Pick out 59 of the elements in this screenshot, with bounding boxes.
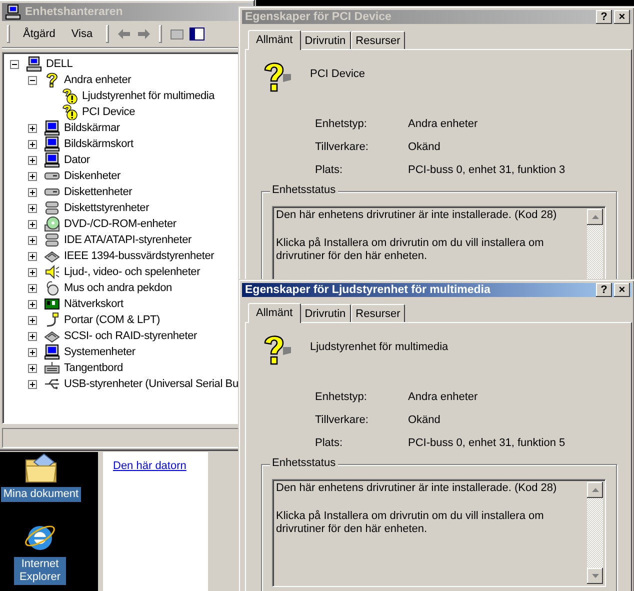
field-value: Andra enheter	[408, 118, 479, 132]
tree-item[interactable]: IDE ATA/ATAPI-styrenheter	[63, 234, 192, 246]
tree-item[interactable]: Bildskärmar	[63, 122, 121, 134]
field-label: Enhetstyp:	[315, 391, 368, 405]
tree-item[interactable]: USB-styrenheter (Universal Serial Bu	[63, 378, 240, 390]
field-value: Okänd	[408, 414, 442, 428]
tab[interactable]: Allmänt	[248, 303, 301, 323]
status-message: Klicka på Installera om drivrutin om du vill installera om drivrutiner för den här enheten.	[276, 237, 545, 263]
field-value: PCI-buss 0, enhet 31, funktion 3	[408, 164, 566, 178]
tab[interactable]: Drivrutin	[300, 31, 351, 49]
field-value: PCI-buss 0, enhet 31, funktion 5	[408, 437, 566, 451]
tree-item[interactable]: Ljud-, video- och spelenheter	[63, 266, 202, 278]
help-button[interactable]: ?	[596, 283, 612, 297]
field-label: Plats:	[315, 437, 344, 451]
tree-item[interactable]: Ljudstyrenhet för multimedia	[81, 90, 216, 102]
window-title: Egenskaper för PCI Device	[245, 11, 392, 23]
tree-item[interactable]: Systemenheter	[63, 346, 136, 358]
desktop-icon-label[interactable]: Internet Explorer	[14, 557, 66, 585]
tree-item[interactable]: PCI Device	[81, 106, 136, 118]
group-label: Enhetsstatus	[270, 457, 338, 469]
tree-item[interactable]: Bildskärmskort	[63, 138, 134, 150]
field-label: Enhetstyp:	[315, 118, 368, 132]
field-value: Andra enheter	[408, 391, 479, 405]
tree-item[interactable]: SCSI- och RAID-styrenheter	[63, 330, 198, 342]
tab[interactable]: Allmänt	[248, 30, 301, 50]
status-message: Den här enhetens drivrutiner är inte installerade. (Kod 28)	[276, 209, 558, 222]
window-title: Enhetshanteraren	[25, 6, 124, 18]
menu-item[interactable]: Åtgärd	[17, 26, 62, 42]
tree-item[interactable]: DELL	[45, 58, 74, 70]
tree-item[interactable]: DVD-/CD-ROM-enheter	[63, 218, 178, 230]
close-button[interactable]: ×	[614, 10, 630, 24]
tab[interactable]: Resurser	[350, 304, 406, 322]
field-value: Okänd	[408, 141, 442, 155]
tab[interactable]: Drivrutin	[300, 304, 351, 322]
device-name: PCI Device	[310, 68, 366, 80]
status-message: Den här enhetens drivrutiner är inte installerade. (Kod 28)	[276, 482, 558, 495]
group-label: Enhetsstatus	[270, 184, 338, 196]
field-label: Tillverkare:	[315, 414, 370, 428]
tree-item[interactable]: Diskenheter	[63, 170, 122, 182]
tree-item[interactable]: Dator	[63, 154, 91, 166]
device-name: Ljudstyrenhet för multimedia	[310, 341, 448, 353]
desktop-icon-label[interactable]: Mina dokument	[1, 487, 81, 502]
tree-item[interactable]: Diskettenheter	[63, 186, 134, 198]
help-button[interactable]: ?	[596, 10, 612, 24]
tree-item[interactable]: IEEE 1394-bussvärdstyrenheter	[63, 250, 216, 262]
tree-item[interactable]: Portar (COM & LPT)	[63, 314, 162, 326]
status-text-box[interactable]: Den här enhetens drivrutiner är inte installerade. (Kod 28) Klicka på Installera om drivrutin om du vill installera om drivrutiner för den här enheten.	[272, 479, 606, 587]
status-message: Klicka på Installera om drivrutin om du vill installera om drivrutiner för den här enheten.	[276, 510, 545, 536]
tree-item[interactable]: Tangentbord	[63, 362, 124, 374]
tree-item[interactable]: Andra enheter	[63, 74, 132, 86]
tree-item[interactable]: Nätverkskort	[63, 298, 124, 310]
field-label: Tillverkare:	[315, 141, 370, 155]
tree-item[interactable]: Diskettstyrenheter	[63, 202, 150, 214]
link[interactable]: Den här datorn	[113, 460, 208, 472]
tab[interactable]: Resurser	[350, 31, 406, 49]
menu-item[interactable]: Visa	[65, 26, 99, 42]
close-button[interactable]: ×	[614, 283, 630, 297]
field-label: Plats:	[315, 164, 344, 178]
tree-item[interactable]: Mus och andra pekdon	[63, 282, 173, 294]
